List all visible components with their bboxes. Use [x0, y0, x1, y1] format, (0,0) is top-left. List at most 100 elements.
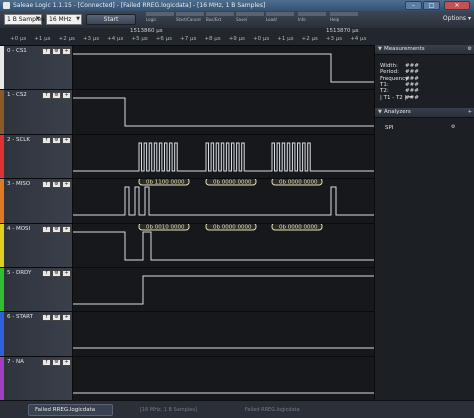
- ruler-tick-label: +1 µs: [34, 36, 51, 42]
- channel-name: 4 - MOSI: [7, 225, 31, 232]
- toolbar-thumb-button[interactable]: Help: [330, 12, 358, 27]
- channel-function-icon[interactable]: f: [42, 270, 51, 277]
- maximize-button[interactable]: □: [423, 1, 440, 10]
- decoded-byte[interactable]: 0b 0000 0000: [271, 223, 323, 231]
- chevron-down-icon: ▼: [76, 16, 80, 22]
- decoded-byte[interactable]: 0b 0000 0000: [271, 179, 323, 186]
- channel-settings-icon[interactable]: ⚙: [52, 92, 61, 100]
- side-panel: ▼ Measurements ⚙ Width: ### Period: ### Freq…: [374, 45, 474, 400]
- channel-settings-icon[interactable]: ⚙: [52, 48, 61, 55]
- waveform-area[interactable]: [73, 134, 374, 179]
- analyzers-header[interactable]: ▼ Analyzers +: [375, 108, 474, 118]
- channel-add-icon[interactable]: +: [62, 48, 71, 55]
- ruler-tick-label: +4 µs: [107, 36, 124, 42]
- ruler-tick-label: +3 µs: [325, 36, 343, 42]
- file-tab[interactable]: Failed RREG.logicdata: [28, 404, 113, 416]
- channel-label-panel[interactable]: 6 - START f ⚙ +: [0, 312, 73, 357]
- decoded-byte[interactable]: 0b 0000 0000: [205, 223, 257, 231]
- channel-add-icon[interactable]: +: [62, 92, 71, 100]
- waveform-area[interactable]: [73, 312, 374, 357]
- channel-settings-icon[interactable]: ⚙: [52, 181, 61, 189]
- decoded-byte-text: 0b 0000 0000: [279, 180, 318, 186]
- channel-function-icon[interactable]: f: [42, 92, 51, 100]
- channel-label-panel[interactable]: 1 - CS2 f ⚙ +: [0, 90, 73, 135]
- waveform-area[interactable]: [73, 90, 374, 135]
- collapse-icon[interactable]: ▼: [378, 46, 382, 52]
- close-button[interactable]: ✕: [444, 1, 470, 10]
- thumb-icon: [266, 12, 294, 16]
- channel-label-panel[interactable]: 7 - NA f ⚙ +: [0, 356, 73, 401]
- measurements-header[interactable]: ▼ Measurements ⚙: [375, 45, 474, 55]
- channel-add-icon[interactable]: +: [62, 314, 71, 322]
- waveform-svg: [73, 275, 374, 305]
- channel-settings-icon[interactable]: ⚙: [52, 270, 61, 277]
- thumb-label: Bus/Ext: [206, 17, 222, 22]
- channel-name: 7 - NA: [7, 358, 24, 365]
- decoded-byte-text: 0b 0000 0000: [213, 224, 252, 230]
- ruler-tick-label: +0 µs: [253, 36, 270, 42]
- channel-add-icon[interactable]: +: [62, 358, 71, 366]
- minimize-button[interactable]: –: [405, 1, 422, 10]
- channel-function-icon[interactable]: f: [42, 314, 51, 322]
- samples-select[interactable]: 1 B Samples ▼: [4, 14, 44, 25]
- channel-settings-icon[interactable]: ⚙: [52, 314, 61, 322]
- channel-add-icon[interactable]: +: [62, 136, 71, 144]
- panel-settings-icon[interactable]: ⚙: [468, 46, 472, 52]
- channel-function-icon[interactable]: f: [42, 181, 51, 189]
- analyzer-settings-icon[interactable]: ⚙: [451, 124, 455, 130]
- measurement-label: T2:: [380, 88, 389, 95]
- thumb-label: Info: [298, 17, 306, 22]
- waveform-area[interactable]: [73, 356, 374, 401]
- channel-name: 6 - START: [7, 314, 33, 321]
- channel-function-icon[interactable]: f: [42, 225, 51, 233]
- waveform-area[interactable]: 0b 1100 0000 0b 0000 0000 0b 0000 0000: [73, 179, 374, 224]
- channel-settings-icon[interactable]: ⚙: [52, 136, 61, 144]
- analyzer-item-spi[interactable]: SPI: [385, 125, 393, 131]
- start-button[interactable]: Start: [86, 14, 136, 25]
- toolbar-thumb-button[interactable]: Load/: [266, 12, 294, 27]
- collapse-icon[interactable]: ▼: [378, 109, 382, 115]
- channel-settings-icon[interactable]: ⚙: [52, 225, 61, 233]
- decoded-byte[interactable]: 0b 0010 0000: [138, 223, 190, 231]
- measurement-value: ###: [405, 88, 419, 95]
- channel-function-icon[interactable]: f: [42, 136, 51, 144]
- options-button[interactable]: Options ▾: [443, 15, 471, 22]
- decoded-byte[interactable]: 0b 0000 0000: [205, 179, 257, 186]
- ruler-tick-label: +0 µs: [10, 36, 27, 42]
- channel-add-icon[interactable]: +: [62, 181, 71, 189]
- channel-row: 7 - NA f ⚙ +: [0, 355, 374, 401]
- signal-trace: [73, 275, 374, 305]
- channel-row: 1 - CS2 f ⚙ +: [0, 89, 374, 135]
- channel-label-panel[interactable]: 5 - DRDY f ⚙ +: [0, 268, 73, 312]
- toolbar-thumb-button[interactable]: Info: [298, 12, 326, 27]
- waveform-svg: [73, 392, 374, 394]
- chevron-down-icon: ▾: [467, 15, 471, 22]
- channel-label-panel[interactable]: 4 - MOSI f ⚙ +: [0, 223, 73, 268]
- toolbar-thumb-button[interactable]: Logic: [146, 12, 174, 27]
- toolbar-thumb-button[interactable]: Bus/Ext: [206, 12, 234, 27]
- channel-function-icon[interactable]: f: [42, 358, 51, 366]
- waveform-area[interactable]: 0b 0010 0000 0b 0000 0000 0b 0000 0000: [73, 223, 374, 268]
- channel-color-swatch: [0, 179, 4, 224]
- channel-row: 2 - SCLK f ⚙ +: [0, 133, 374, 179]
- thumb-icon: [330, 12, 358, 16]
- channel-settings-icon[interactable]: ⚙: [52, 358, 61, 366]
- rate-select[interactable]: 16 MHz ▼: [46, 14, 82, 25]
- time-ruler[interactable]: 1513860 µs 1513870 µs +0 µs +1 µs +2 µs +3 …: [0, 28, 474, 46]
- channel-label-panel[interactable]: 2 - SCLK f ⚙ +: [0, 134, 73, 179]
- decoded-byte[interactable]: 0b 1100 0000: [138, 179, 190, 186]
- add-analyzer-icon[interactable]: +: [468, 109, 472, 115]
- channel-add-icon[interactable]: +: [62, 225, 71, 233]
- measurement-value: ###: [405, 75, 419, 82]
- toolbar-thumb-button[interactable]: Save/: [236, 12, 264, 27]
- waveform-area[interactable]: [73, 46, 374, 90]
- waveform-area[interactable]: [73, 268, 374, 312]
- channel-label-panel[interactable]: 3 - MISO f ⚙ +: [0, 179, 73, 224]
- signal-trace: [73, 186, 374, 216]
- decoded-byte-text: 0b 1100 0000: [146, 180, 185, 186]
- channel-label-panel[interactable]: 0 - CS1 f ⚙ +: [0, 46, 73, 90]
- options-label: Options: [442, 15, 467, 22]
- channel-add-icon[interactable]: +: [62, 270, 71, 277]
- channel-function-icon[interactable]: f: [42, 48, 51, 55]
- toolbar-thumb-button[interactable]: Start/Cancel: [176, 12, 204, 27]
